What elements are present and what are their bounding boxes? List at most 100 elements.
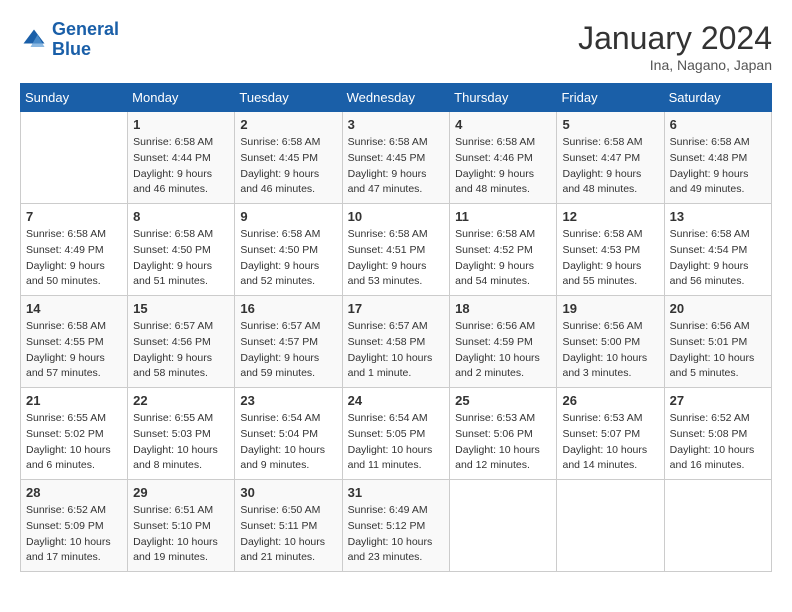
day-number: 26 [562, 393, 658, 408]
day-info: Sunrise: 6:57 AMSunset: 4:57 PMDaylight:… [240, 319, 336, 382]
calendar-cell: 18 Sunrise: 6:56 AMSunset: 4:59 PMDayligh… [450, 296, 557, 388]
day-info: Sunrise: 6:58 AMSunset: 4:55 PMDaylight:… [26, 319, 122, 382]
column-header-sunday: Sunday [21, 84, 128, 112]
page-header: General Blue January 2024 Ina, Nagano, J… [20, 20, 772, 73]
day-info: Sunrise: 6:54 AMSunset: 5:05 PMDaylight:… [348, 411, 445, 474]
calendar-cell: 23Sunrise: 6:54 AMSunset: 5:04 PMDayligh… [235, 388, 342, 480]
day-info: Sunrise: 6:58 AMSunset: 4:53 PMDaylight:… [562, 227, 658, 290]
day-info: Sunrise: 6:53 AMSunset: 5:07 PMDaylight:… [562, 411, 658, 474]
calendar-cell: 27 Sunrise: 6:52 AMSunset: 5:08 PMDayligh… [664, 388, 771, 480]
calendar-cell: 25Sunrise: 6:53 AMSunset: 5:06 PMDayligh… [450, 388, 557, 480]
day-info: Sunrise: 6:55 AMSunset: 5:03 PMDaylight:… [133, 411, 229, 474]
day-number: 21 [26, 393, 122, 408]
day-number: 19 [562, 301, 658, 316]
calendar-cell: 13Sunrise: 6:58 AMSunset: 4:54 PMDayligh… [664, 204, 771, 296]
calendar-cell: 29 Sunrise: 6:51 AMSunset: 5:10 PMDayligh… [128, 480, 235, 572]
day-info: Sunrise: 6:58 AMSunset: 4:44 PMDaylight:… [133, 135, 229, 198]
day-info: Sunrise: 6:51 AMSunset: 5:10 PMDaylight:… [133, 503, 229, 566]
day-info: Sunrise: 6:50 AMSunset: 5:11 PMDaylight:… [240, 503, 336, 566]
day-number: 15 [133, 301, 229, 316]
day-number: 31 [348, 485, 445, 500]
day-number: 29 [133, 485, 229, 500]
calendar-cell: 31 Sunrise: 6:49 AMSunset: 5:12 PMDayligh… [342, 480, 450, 572]
day-number: 22 [133, 393, 229, 408]
day-info: Sunrise: 6:52 AMSunset: 5:09 PMDaylight:… [26, 503, 122, 566]
day-number: 18 [455, 301, 551, 316]
header-row: SundayMondayTuesdayWednesdayThursdayFrid… [21, 84, 772, 112]
day-info: Sunrise: 6:58 AMSunset: 4:45 PMDaylight:… [240, 135, 336, 198]
day-info: Sunrise: 6:56 AMSunset: 4:59 PMDaylight:… [455, 319, 551, 382]
logo-line2: Blue [52, 39, 91, 59]
day-number: 13 [670, 209, 766, 224]
calendar-cell: 6 Sunrise: 6:58 AMSunset: 4:48 PMDaylight… [664, 112, 771, 204]
day-number: 1 [133, 117, 229, 132]
column-header-friday: Friday [557, 84, 664, 112]
logo-text: General Blue [52, 20, 119, 60]
day-number: 17 [348, 301, 445, 316]
day-number: 10 [348, 209, 445, 224]
day-info: Sunrise: 6:58 AMSunset: 4:45 PMDaylight:… [348, 135, 445, 198]
day-number: 28 [26, 485, 122, 500]
calendar-cell: 15Sunrise: 6:57 AMSunset: 4:56 PMDayligh… [128, 296, 235, 388]
day-info: Sunrise: 6:58 AMSunset: 4:52 PMDaylight:… [455, 227, 551, 290]
calendar-cell: 5Sunrise: 6:58 AMSunset: 4:47 PMDaylight… [557, 112, 664, 204]
calendar-cell: 28 Sunrise: 6:52 AMSunset: 5:09 PMDayligh… [21, 480, 128, 572]
title-block: January 2024 Ina, Nagano, Japan [578, 20, 772, 73]
calendar-cell: 26 Sunrise: 6:53 AMSunset: 5:07 PMDayligh… [557, 388, 664, 480]
calendar-cell: 2 Sunrise: 6:58 AMSunset: 4:45 PMDaylight… [235, 112, 342, 204]
calendar-title: January 2024 [578, 20, 772, 57]
logo-line1: General [52, 19, 119, 39]
calendar-cell: 7Sunrise: 6:58 AMSunset: 4:49 PMDaylight… [21, 204, 128, 296]
column-header-thursday: Thursday [450, 84, 557, 112]
logo: General Blue [20, 20, 119, 60]
day-info: Sunrise: 6:58 AMSunset: 4:46 PMDaylight:… [455, 135, 551, 198]
day-info: Sunrise: 6:58 AMSunset: 4:48 PMDaylight:… [670, 135, 766, 198]
calendar-cell: 21Sunrise: 6:55 AMSunset: 5:02 PMDayligh… [21, 388, 128, 480]
day-info: Sunrise: 6:58 AMSunset: 4:51 PMDaylight:… [348, 227, 445, 290]
day-number: 12 [562, 209, 658, 224]
column-header-wednesday: Wednesday [342, 84, 450, 112]
calendar-cell: 22 Sunrise: 6:55 AMSunset: 5:03 PMDayligh… [128, 388, 235, 480]
day-info: Sunrise: 6:56 AMSunset: 5:01 PMDaylight:… [670, 319, 766, 382]
week-row-3: 14 Sunrise: 6:58 AMSunset: 4:55 PMDayligh… [21, 296, 772, 388]
day-number: 30 [240, 485, 336, 500]
day-number: 7 [26, 209, 122, 224]
day-info: Sunrise: 6:58 AMSunset: 4:50 PMDaylight:… [240, 227, 336, 290]
calendar-cell [557, 480, 664, 572]
calendar-cell: 1 Sunrise: 6:58 AMSunset: 4:44 PMDaylight… [128, 112, 235, 204]
day-number: 11 [455, 209, 551, 224]
calendar-cell: 10 Sunrise: 6:58 AMSunset: 4:51 PMDayligh… [342, 204, 450, 296]
day-number: 14 [26, 301, 122, 316]
day-number: 16 [240, 301, 336, 316]
day-info: Sunrise: 6:57 AMSunset: 4:58 PMDaylight:… [348, 319, 445, 382]
calendar-table: SundayMondayTuesdayWednesdayThursdayFrid… [20, 83, 772, 572]
day-number: 6 [670, 117, 766, 132]
day-info: Sunrise: 6:56 AMSunset: 5:00 PMDaylight:… [562, 319, 658, 382]
logo-icon [20, 26, 48, 54]
calendar-cell [21, 112, 128, 204]
calendar-cell: 8Sunrise: 6:58 AMSunset: 4:50 PMDaylight… [128, 204, 235, 296]
week-row-5: 28 Sunrise: 6:52 AMSunset: 5:09 PMDayligh… [21, 480, 772, 572]
calendar-cell: 9Sunrise: 6:58 AMSunset: 4:50 PMDaylight… [235, 204, 342, 296]
calendar-cell: 14 Sunrise: 6:58 AMSunset: 4:55 PMDayligh… [21, 296, 128, 388]
week-row-1: 1 Sunrise: 6:58 AMSunset: 4:44 PMDaylight… [21, 112, 772, 204]
day-number: 2 [240, 117, 336, 132]
week-row-4: 21Sunrise: 6:55 AMSunset: 5:02 PMDayligh… [21, 388, 772, 480]
calendar-subtitle: Ina, Nagano, Japan [578, 57, 772, 73]
day-number: 5 [562, 117, 658, 132]
day-number: 27 [670, 393, 766, 408]
column-header-tuesday: Tuesday [235, 84, 342, 112]
day-info: Sunrise: 6:49 AMSunset: 5:12 PMDaylight:… [348, 503, 445, 566]
day-number: 3 [348, 117, 445, 132]
calendar-cell: 12 Sunrise: 6:58 AMSunset: 4:53 PMDayligh… [557, 204, 664, 296]
day-number: 4 [455, 117, 551, 132]
day-info: Sunrise: 6:52 AMSunset: 5:08 PMDaylight:… [670, 411, 766, 474]
column-header-saturday: Saturday [664, 84, 771, 112]
calendar-cell: 16 Sunrise: 6:57 AMSunset: 4:57 PMDayligh… [235, 296, 342, 388]
column-header-monday: Monday [128, 84, 235, 112]
calendar-cell: 3 Sunrise: 6:58 AMSunset: 4:45 PMDaylight… [342, 112, 450, 204]
day-info: Sunrise: 6:58 AMSunset: 4:50 PMDaylight:… [133, 227, 229, 290]
calendar-cell: 11 Sunrise: 6:58 AMSunset: 4:52 PMDayligh… [450, 204, 557, 296]
day-number: 24 [348, 393, 445, 408]
calendar-cell: 20Sunrise: 6:56 AMSunset: 5:01 PMDayligh… [664, 296, 771, 388]
